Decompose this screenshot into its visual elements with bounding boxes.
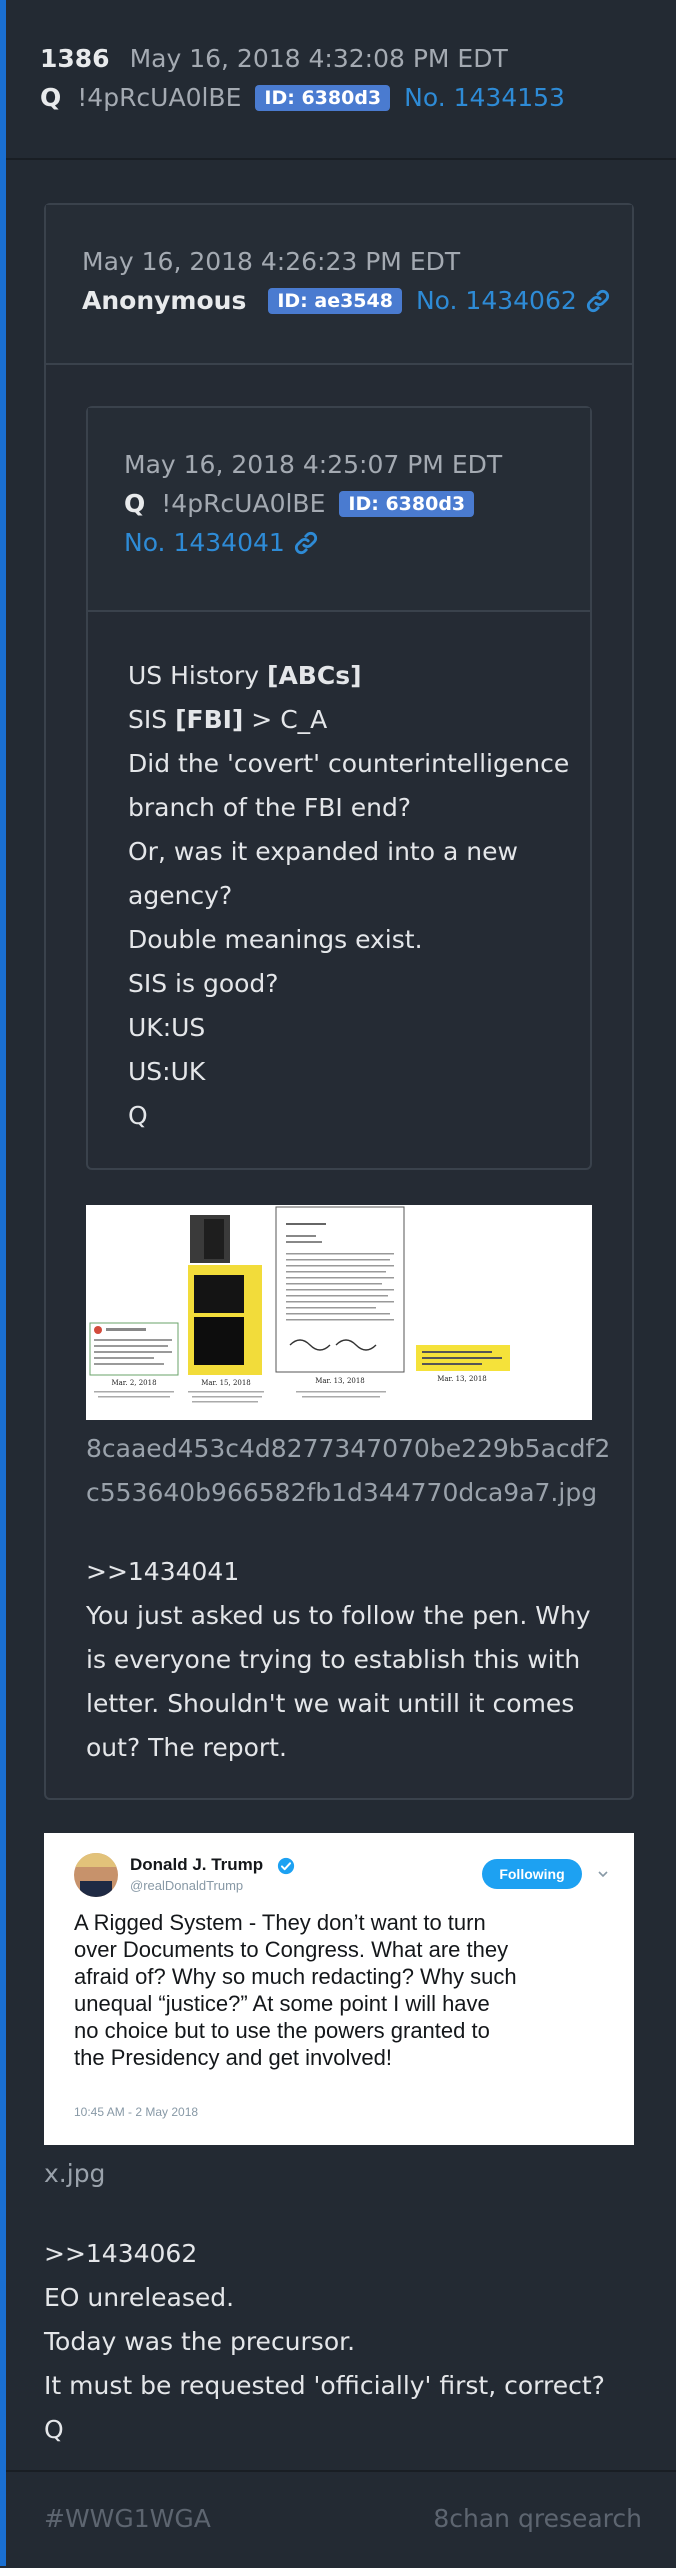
body-line: out? The report. — [86, 1733, 287, 1762]
link-icon[interactable] — [293, 530, 319, 556]
reply-reference-link[interactable]: >>1434041 — [86, 1550, 591, 1594]
attached-tweet-image[interactable]: Donald J. Trump @realDonaldTrump Followi… — [44, 1833, 634, 2145]
post-date: May 16, 2018 4:32:08 PM EDT — [129, 44, 508, 73]
quoted-post-header: May 16, 2018 4:26:23 PM EDT Anonymous ID… — [46, 205, 632, 365]
tweet-avatar — [74, 1853, 118, 1897]
body-line: Today was the precursor. — [44, 2327, 356, 2356]
author-name: Q — [40, 83, 62, 112]
body-line: agency? — [128, 881, 233, 910]
post-number: 1386 — [40, 44, 110, 73]
quoted-poster-id-badge[interactable]: ID: ae3548 — [268, 287, 402, 314]
image-filename[interactable]: 8caaed453c4d8277347070be229b5acdf2 c5536… — [86, 1427, 610, 1515]
inner-post-date: May 16, 2018 4:25:07 PM EDT — [124, 450, 503, 479]
body-line: letter. Shouldn't we wait untill it come… — [86, 1689, 575, 1718]
body-line: It must be requested 'officially' first,… — [44, 2371, 605, 2400]
collage-caption: Mar. 13, 2018 — [315, 1377, 365, 1385]
tweet-timestamp: 10:45 AM - 2 May 2018 — [74, 2105, 199, 2119]
body-line: UK:US — [128, 1013, 206, 1042]
collage-caption: Mar. 13, 2018 — [437, 1375, 487, 1383]
inner-poster-id-badge[interactable]: ID: 6380d3 — [339, 490, 475, 517]
quoted-post-body: >>1434041 You just asked us to follow th… — [86, 1550, 591, 1770]
post-number-link[interactable]: No. 1434153 — [404, 83, 565, 112]
body-line: Or, was it expanded into a new — [128, 837, 518, 866]
tweet-text: A Rigged System - They don’t want to tur… — [74, 1910, 517, 2070]
body-line: You just asked us to follow the pen. Why — [86, 1601, 591, 1630]
inner-post-number-link[interactable]: No. 1434041 — [124, 528, 285, 557]
body-line: is everyone trying to establish this wit… — [86, 1645, 581, 1674]
body-line: US:UK — [128, 1057, 206, 1086]
poster-id-badge[interactable]: ID: 6380d3 — [255, 84, 391, 111]
quoted-post: May 16, 2018 4:26:23 PM EDT Anonymous ID… — [44, 203, 634, 1800]
reply-reference-link[interactable]: >>1434062 — [44, 2232, 605, 2276]
tweet-handle: @realDonaldTrump — [130, 1878, 244, 1893]
source-label: 8chan qresearch — [433, 2504, 642, 2533]
collage-graphic: Mar. 2, 2018 Mar. 15, 2018 Mar. 13, 2018… — [86, 1205, 592, 1420]
collage-caption: Mar. 15, 2018 — [201, 1379, 251, 1387]
inner-tripcode: !4pRcUA0lBE — [161, 489, 326, 518]
inner-post-body: US History [ABCs] SIS [FBI] > C_A Did th… — [88, 612, 590, 1138]
tweet-image-filename[interactable]: x.jpg — [44, 2152, 105, 2196]
body-line: US History [ABCs] — [128, 661, 362, 690]
body-line: Q — [44, 2415, 64, 2444]
tweet-display-name: Donald J. Trump — [130, 1855, 264, 1874]
body-line: Did the 'covert' counterintelligence — [128, 749, 570, 778]
verified-badge-icon — [277, 1857, 295, 1875]
post-container: 1386 May 16, 2018 4:32:08 PM EDT Q !4pRc… — [0, 0, 676, 2568]
body-line: SIS [FBI] > C_A — [128, 705, 328, 734]
chevron-down-icon[interactable] — [597, 1868, 609, 1880]
body-line: Q — [128, 1101, 148, 1130]
post-body: >>1434062 EO unreleased. Today was the p… — [44, 2232, 605, 2452]
body-line: Double meanings exist. — [128, 925, 423, 954]
inner-quoted-post: May 16, 2018 4:25:07 PM EDT Q !4pRcUA0lB… — [86, 406, 592, 1170]
following-button[interactable]: Following — [482, 1859, 582, 1889]
attached-image-collage[interactable]: Mar. 2, 2018 Mar. 15, 2018 Mar. 13, 2018… — [86, 1205, 592, 1420]
link-icon[interactable] — [585, 288, 611, 314]
collage-caption: Mar. 2, 2018 — [111, 1379, 156, 1387]
body-line: EO unreleased. — [44, 2283, 235, 2312]
quoted-post-date: May 16, 2018 4:26:23 PM EDT — [82, 247, 461, 276]
quoted-post-number-link[interactable]: No. 1434062 — [416, 286, 577, 315]
post-footer: #WWG1WGA 8chan qresearch — [6, 2470, 676, 2568]
post-header: 1386 May 16, 2018 4:32:08 PM EDT Q !4pRc… — [6, 0, 676, 160]
body-line: SIS is good? — [128, 969, 279, 998]
tripcode: !4pRcUA0lBE — [77, 83, 242, 112]
body-line: branch of the FBI end? — [128, 793, 412, 822]
hashtag-label: #WWG1WGA — [44, 2504, 211, 2533]
inner-author-name: Q — [124, 489, 146, 518]
quoted-author-name: Anonymous — [82, 286, 247, 315]
inner-post-header: May 16, 2018 4:25:07 PM EDT Q !4pRcUA0lB… — [88, 408, 590, 612]
